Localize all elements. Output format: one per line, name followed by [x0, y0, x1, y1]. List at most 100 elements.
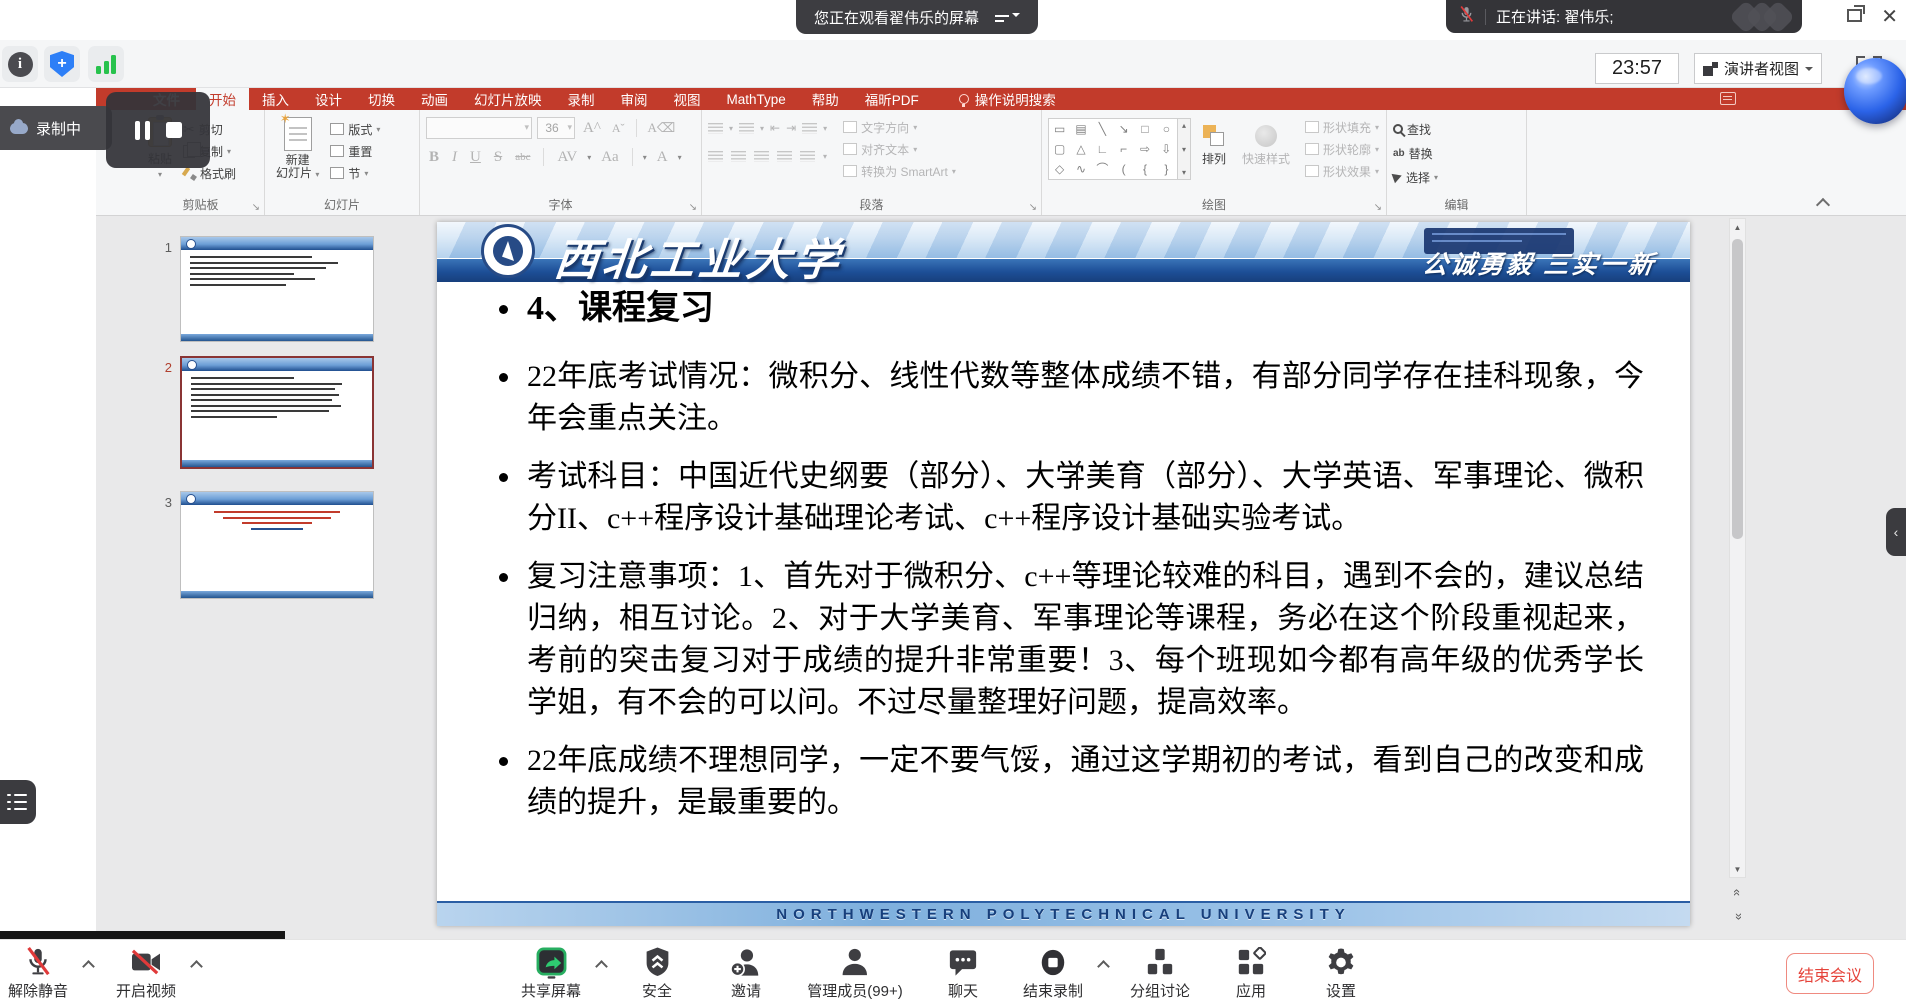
align-right-icon[interactable] — [754, 151, 769, 162]
tab-审阅[interactable]: 审阅 — [608, 88, 661, 110]
drawing-dialog-launcher[interactable]: ↘ — [1374, 202, 1382, 213]
toolbar-item-设置[interactable]: 设置 — [1326, 945, 1357, 1001]
shapes-gallery[interactable]: ▭▤╲↘□○▢△∟⌐⇨⇩◇∿⌒({} — [1048, 118, 1178, 180]
font-dialog-launcher[interactable]: ↘ — [689, 202, 697, 213]
shape-3-icon[interactable]: ↘ — [1119, 119, 1129, 139]
clear-formatting-icon[interactable]: A⌫ — [645, 120, 679, 136]
shape-outline-button[interactable]: 形状轮廓▾ — [1305, 139, 1379, 159]
expand-panel-tab[interactable]: ‹ — [1886, 508, 1906, 556]
underline-icon[interactable]: U — [467, 149, 484, 166]
arrange-button[interactable]: 排列 — [1197, 123, 1231, 197]
tab-视图[interactable]: 视图 — [661, 88, 714, 110]
quick-styles-button[interactable]: 快速样式 — [1237, 123, 1295, 197]
new-slide-button[interactable]: 新建幻灯片 ▾ — [271, 115, 324, 197]
meeting-info-button[interactable]: i — [2, 46, 38, 82]
banner-menu-icon[interactable] — [995, 13, 1020, 22]
toolbar-item-应用[interactable]: 应用 — [1236, 945, 1266, 1001]
shapes-gallery-scrollbar[interactable]: ▴▾▾ — [1178, 118, 1191, 180]
shape-fill-button[interactable]: 形状填充▾ — [1305, 117, 1379, 137]
align-center-icon[interactable] — [731, 151, 746, 162]
toolbar-item-管理成员(99+)[interactable]: 管理成员(99+) — [807, 945, 902, 1001]
shape-9-icon[interactable]: ⌐ — [1120, 139, 1127, 159]
stop-recording-button[interactable] — [166, 122, 182, 138]
increase-indent-icon[interactable]: ⇥ — [786, 121, 796, 135]
toolbar-item-邀请[interactable]: 邀请 — [730, 945, 762, 1001]
tab-设计[interactable]: 设计 — [302, 88, 355, 110]
window-close-button[interactable]: ✕ — [1881, 4, 1898, 29]
comments-icon[interactable] — [1720, 92, 1736, 105]
reset-button[interactable]: 重置 — [330, 141, 380, 161]
section-button[interactable]: 节▾ — [330, 163, 380, 183]
toolbar-item-开启视频[interactable]: 开启视频 — [116, 945, 176, 1001]
expand-options-icon[interactable] — [1099, 960, 1108, 969]
bullets-icon[interactable] — [708, 123, 723, 134]
toolbar-item-共享屏幕[interactable]: 共享屏幕 — [521, 945, 581, 1001]
shape-1-icon[interactable]: ▤ — [1075, 119, 1086, 139]
shape-7-icon[interactable]: △ — [1076, 139, 1085, 159]
shape-6-icon[interactable]: ▢ — [1054, 139, 1065, 159]
shape-15-icon[interactable]: ( — [1122, 159, 1126, 179]
toolbar-item-聊天[interactable]: 聊天 — [948, 945, 978, 1001]
convert-smartart-button[interactable]: 转换为 SmartArt▾ — [843, 161, 956, 181]
shape-10-icon[interactable]: ⇨ — [1140, 139, 1150, 159]
tab-MathType[interactable]: MathType — [714, 88, 799, 110]
shape-0-icon[interactable]: ▭ — [1054, 119, 1065, 139]
columns-icon[interactable] — [800, 151, 815, 162]
justify-icon[interactable] — [777, 151, 792, 162]
expand-options-icon[interactable] — [597, 960, 606, 969]
previous-slide-button[interactable]: « — [1729, 882, 1746, 902]
expand-options-icon[interactable] — [192, 960, 201, 969]
collapse-ribbon-icon[interactable] — [1818, 197, 1828, 207]
slide-scrollbar[interactable]: ▲ ▼ — [1729, 218, 1746, 878]
char-spacing-icon[interactable]: AV — [554, 149, 580, 166]
shape-17-icon[interactable]: } — [1164, 159, 1168, 179]
scroll-down-icon[interactable]: ▼ — [1730, 861, 1745, 877]
shape-5-icon[interactable]: ○ — [1163, 119, 1170, 139]
tab-插入[interactable]: 插入 — [249, 88, 302, 110]
decrease-indent-icon[interactable]: ⇤ — [770, 121, 780, 135]
tab-search-help[interactable]: 操作说明搜索 — [946, 88, 1069, 110]
tab-福昕PDF[interactable]: 福昕PDF — [852, 88, 932, 110]
tab-录制[interactable]: 录制 — [555, 88, 608, 110]
clear-strike-icon[interactable]: abc — [512, 151, 533, 163]
line-spacing-icon[interactable] — [802, 123, 817, 134]
bold-icon[interactable]: B — [426, 149, 442, 166]
security-status-button[interactable]: + — [44, 46, 80, 82]
toolbar-item-安全[interactable]: 安全 — [642, 945, 672, 1001]
window-restore-button[interactable] — [1847, 9, 1862, 22]
italic-icon[interactable]: I — [449, 149, 460, 166]
text-direction-button[interactable]: 文字方向▾ — [843, 117, 956, 137]
increase-font-icon[interactable]: A^ — [580, 120, 604, 137]
clipboard-dialog-launcher[interactable]: ↘ — [252, 202, 260, 213]
slide-thumbnail-2[interactable] — [180, 356, 374, 469]
change-case-icon[interactable]: Aa — [598, 149, 622, 166]
shape-effects-button[interactable]: 形状效果▾ — [1305, 161, 1379, 181]
pause-recording-button[interactable] — [135, 121, 150, 140]
shape-12-icon[interactable]: ◇ — [1055, 159, 1064, 179]
decrease-font-icon[interactable]: Aˇ — [609, 121, 628, 136]
shape-11-icon[interactable]: ⇩ — [1161, 139, 1171, 159]
meeting-list-tab[interactable] — [0, 780, 36, 824]
toolbar-item-结束录制[interactable]: 结束录制 — [1023, 945, 1083, 1001]
next-slide-button[interactable]: « — [1729, 906, 1746, 926]
shape-4-icon[interactable]: □ — [1141, 119, 1148, 139]
select-button[interactable]: 选择▾ — [1393, 167, 1438, 187]
shape-2-icon[interactable]: ╲ — [1099, 119, 1106, 139]
network-status-button[interactable] — [88, 46, 124, 82]
scrollbar-thumb[interactable] — [1732, 239, 1743, 539]
find-button[interactable]: 查找 — [1393, 119, 1438, 139]
shape-14-icon[interactable]: ⌒ — [1096, 159, 1108, 179]
end-meeting-button[interactable]: 结束会议 — [1786, 953, 1874, 994]
floating-assistant-icon[interactable] — [1844, 58, 1906, 124]
strikethrough-icon[interactable]: S — [491, 149, 505, 166]
tab-动画[interactable]: 动画 — [408, 88, 461, 110]
view-mode-dropdown[interactable]: 演讲者视图 — [1694, 53, 1822, 84]
tab-帮助[interactable]: 帮助 — [799, 88, 852, 110]
font-name-select[interactable] — [426, 117, 532, 139]
shape-16-icon[interactable]: { — [1143, 159, 1147, 179]
layout-button[interactable]: 版式▾ — [330, 119, 380, 139]
current-slide[interactable]: 西北工业大学 公诚勇毅 三实一新 4、课程复习22年底考试情况：微积分、线性代数… — [437, 222, 1690, 926]
shape-13-icon[interactable]: ∿ — [1076, 159, 1086, 179]
align-text-button[interactable]: 对齐文本▾ — [843, 139, 956, 159]
slide-thumbnail-1[interactable] — [180, 236, 374, 342]
